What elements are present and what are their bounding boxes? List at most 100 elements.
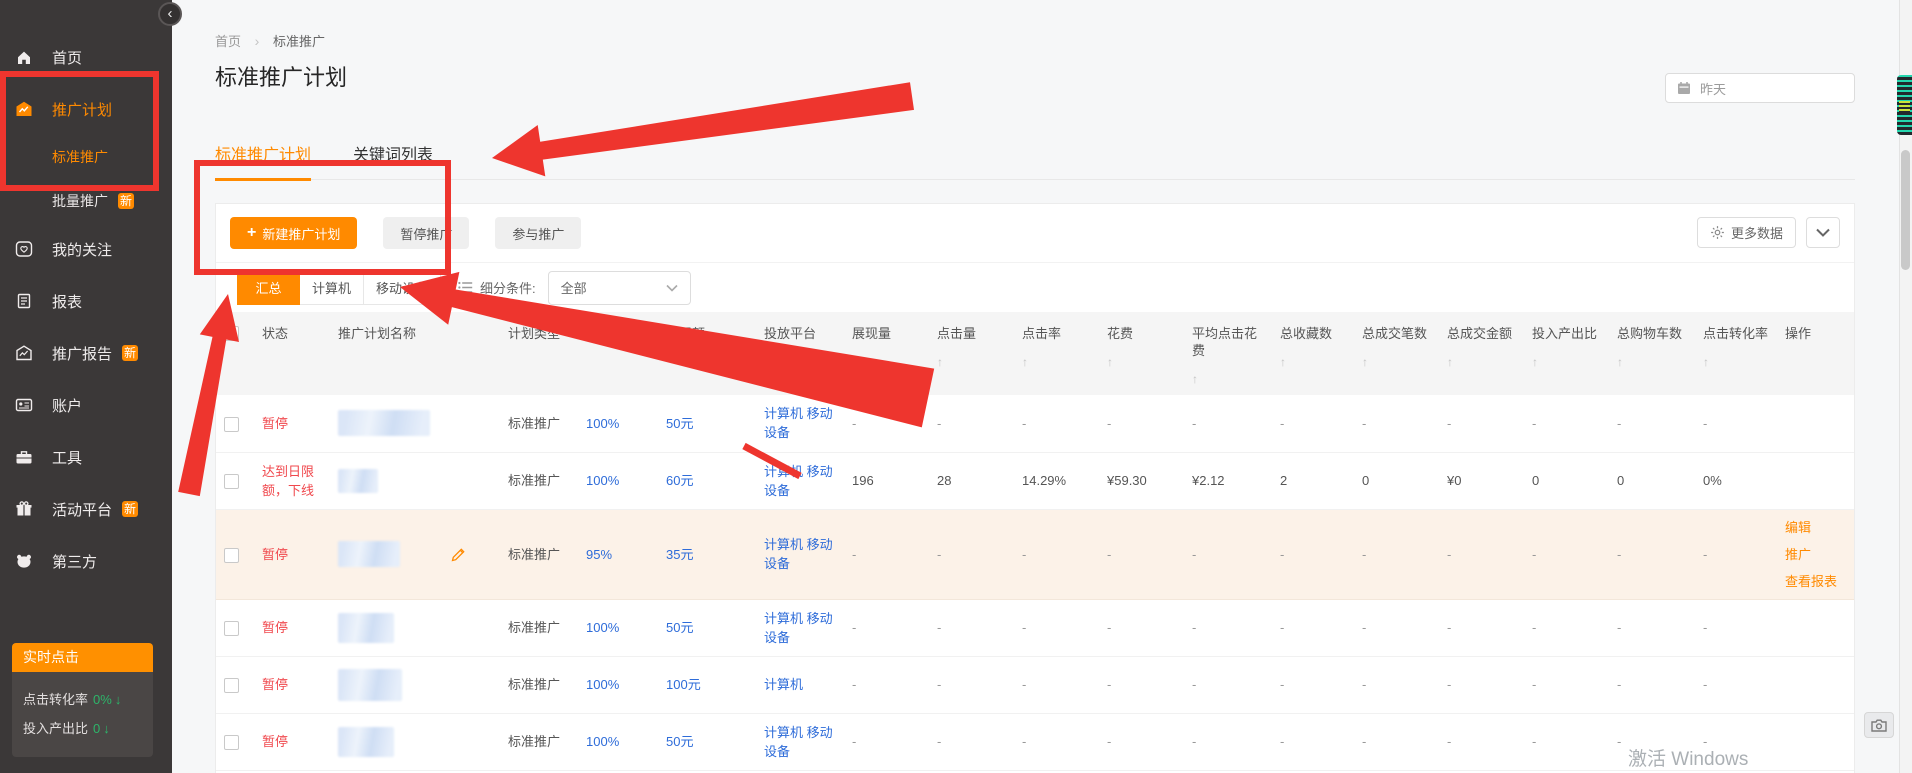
column-header-5: 投放平台 bbox=[756, 312, 844, 395]
scrollbar-thumb[interactable] bbox=[1901, 150, 1910, 270]
platform-cell[interactable]: 计算机 bbox=[756, 656, 844, 713]
row-checkbox[interactable] bbox=[224, 735, 239, 750]
time-discount-cell[interactable]: 100% bbox=[578, 656, 658, 713]
join-promo-button[interactable]: 参与推广 bbox=[495, 217, 581, 249]
sort-arrow-icon[interactable]: ↑ bbox=[1022, 355, 1091, 369]
redacted-plan-name bbox=[338, 613, 394, 643]
time-discount-cell[interactable]: 95% bbox=[578, 509, 658, 599]
column-header-2: 计划类型 bbox=[500, 312, 578, 395]
plan-name-cell bbox=[330, 395, 500, 452]
breadcrumb-current: 标准推广 bbox=[273, 34, 325, 49]
action-link[interactable]: 推广 bbox=[1785, 545, 1811, 564]
sort-arrow-icon[interactable]: ↑ bbox=[852, 355, 921, 369]
plans-table: 状态推广计划名称计划类型分时折扣日限额投放平台展现量↑点击量↑点击率↑花费↑平均… bbox=[216, 312, 1854, 773]
new-plan-button[interactable]: + 新建推广计划 bbox=[230, 217, 357, 249]
sort-arrow-icon[interactable]: ↑ bbox=[1447, 355, 1516, 369]
screenshot-camera-button[interactable] bbox=[1864, 712, 1894, 738]
table-row: 暂停标准推广100%50元计算机 移动设备----------- bbox=[216, 599, 1854, 656]
sidebar-item-batch-promo[interactable]: 批量推广 新 bbox=[0, 179, 172, 223]
column-header-1: 推广计划名称 bbox=[330, 312, 500, 395]
breadcrumb: 首页 › 标准推广 bbox=[215, 31, 325, 50]
metric-cell-5: - bbox=[1272, 599, 1354, 656]
daily-limit-cell[interactable]: 50元 bbox=[658, 599, 756, 656]
sort-arrow-icon[interactable]: ↑ bbox=[1192, 372, 1264, 386]
segment-mobile[interactable]: 移动设备 bbox=[363, 271, 441, 305]
sidebar-collapse-button[interactable]: ‹ bbox=[158, 2, 182, 26]
sidebar-item-third-party[interactable]: 第三方 bbox=[0, 535, 172, 587]
metric-cell-1: - bbox=[929, 713, 1014, 770]
sort-arrow-icon[interactable]: ↑ bbox=[1617, 355, 1687, 369]
select-all-cell bbox=[216, 312, 254, 395]
sidebar-item-label: 首页 bbox=[52, 47, 82, 68]
sidebar-item-favorites[interactable]: 我的关注 bbox=[0, 223, 172, 275]
platform-cell[interactable]: 计算机 移动设备 bbox=[756, 395, 844, 452]
platform-cell[interactable]: 计算机 移动设备 bbox=[756, 599, 844, 656]
tab-keyword-list[interactable]: 关键词列表 bbox=[353, 141, 433, 179]
sort-arrow-icon[interactable]: ↑ bbox=[1280, 355, 1346, 369]
actions-cell bbox=[1777, 656, 1854, 713]
sidebar-item-activity-platform[interactable]: 活动平台 新 bbox=[0, 483, 172, 535]
metric-cell-1: 28 bbox=[929, 452, 1014, 509]
sidebar-item-tools[interactable]: 工具 bbox=[0, 431, 172, 483]
daily-limit-cell[interactable]: 50元 bbox=[658, 713, 756, 770]
sort-arrow-icon[interactable]: ↑ bbox=[1362, 355, 1431, 369]
column-label: 状态 bbox=[262, 325, 322, 342]
action-link[interactable]: 编辑 bbox=[1785, 518, 1811, 537]
column-header-12: 总成交笔数↑ bbox=[1354, 312, 1439, 395]
pause-promo-button[interactable]: 暂停推广 bbox=[383, 217, 469, 249]
column-label: 点击转化率 bbox=[1703, 325, 1769, 342]
metric-cell-7: - bbox=[1439, 713, 1524, 770]
sidebar-item-promo-report[interactable]: 推广报告 新 bbox=[0, 327, 172, 379]
platform-cell[interactable]: 计算机 移动设备 bbox=[756, 509, 844, 599]
more-data-button[interactable]: 更多数据 bbox=[1697, 217, 1796, 248]
daily-limit-cell[interactable]: 60元 bbox=[658, 452, 756, 509]
time-discount-cell[interactable]: 100% bbox=[578, 452, 658, 509]
row-checkbox[interactable] bbox=[224, 548, 239, 563]
plan-name-cell bbox=[330, 599, 500, 656]
row-checkbox[interactable] bbox=[224, 678, 239, 693]
tab-standard-plans[interactable]: 标准推广计划 bbox=[215, 141, 311, 179]
status-cell: 暂停 bbox=[254, 656, 330, 713]
time-discount-cell[interactable]: 100% bbox=[578, 395, 658, 452]
sort-arrow-icon[interactable]: ↑ bbox=[1703, 355, 1769, 369]
row-checkbox[interactable] bbox=[224, 417, 239, 432]
breadcrumb-home-link[interactable]: 首页 bbox=[215, 34, 241, 49]
expand-toolbar-button[interactable] bbox=[1806, 217, 1840, 248]
metric-cell-10: - bbox=[1695, 599, 1777, 656]
sidebar-item-standard-promo[interactable]: 标准推广 bbox=[0, 135, 172, 179]
sort-arrow-icon[interactable]: ↑ bbox=[1532, 355, 1601, 369]
browser-extension-handle[interactable] bbox=[1897, 75, 1912, 135]
sort-arrow-icon[interactable]: ↑ bbox=[1107, 355, 1176, 369]
sidebar-item-campaigns[interactable]: 推广计划 bbox=[0, 83, 172, 135]
select-all-checkbox[interactable] bbox=[224, 326, 239, 341]
row-checkbox[interactable] bbox=[224, 621, 239, 636]
platform-cell[interactable]: 计算机 移动设备 bbox=[756, 713, 844, 770]
metric-cell-4: ¥2.12 bbox=[1184, 452, 1272, 509]
time-discount-cell[interactable]: 100% bbox=[578, 713, 658, 770]
edit-pencil-icon[interactable] bbox=[451, 547, 466, 562]
metric-cell-6: - bbox=[1354, 713, 1439, 770]
date-range-picker[interactable]: 昨天 bbox=[1665, 73, 1855, 103]
daily-limit-cell[interactable]: 35元 bbox=[658, 509, 756, 599]
metric-cell-1: - bbox=[929, 509, 1014, 599]
column-label: 展现量 bbox=[852, 325, 921, 342]
metric-cell-7: - bbox=[1439, 656, 1524, 713]
metric-cell-7: ¥0 bbox=[1439, 452, 1524, 509]
sidebar-item-account[interactable]: 账户 bbox=[0, 379, 172, 431]
sidebar-item-home[interactable]: 首页 bbox=[0, 31, 172, 83]
segment-summary[interactable]: 汇总 bbox=[237, 271, 300, 305]
metric-cell-9: 0 bbox=[1609, 452, 1695, 509]
daily-limit-cell[interactable]: 100元 bbox=[658, 656, 756, 713]
condition-select[interactable]: 全部 bbox=[548, 271, 691, 305]
sidebar-item-reports[interactable]: 报表 bbox=[0, 275, 172, 327]
segment-computer[interactable]: 计算机 bbox=[299, 271, 364, 305]
down-arrow-icon: ↓ bbox=[103, 721, 110, 736]
time-discount-cell[interactable]: 100% bbox=[578, 599, 658, 656]
row-checkbox[interactable] bbox=[224, 474, 239, 489]
metric-cell-7: - bbox=[1439, 599, 1524, 656]
action-link[interactable]: 查看报表 bbox=[1785, 572, 1837, 591]
daily-limit-cell[interactable]: 50元 bbox=[658, 395, 756, 452]
platform-cell[interactable]: 计算机 移动设备 bbox=[756, 452, 844, 509]
sort-arrow-icon[interactable]: ↑ bbox=[937, 355, 1006, 369]
metric-cell-2: - bbox=[1014, 509, 1099, 599]
